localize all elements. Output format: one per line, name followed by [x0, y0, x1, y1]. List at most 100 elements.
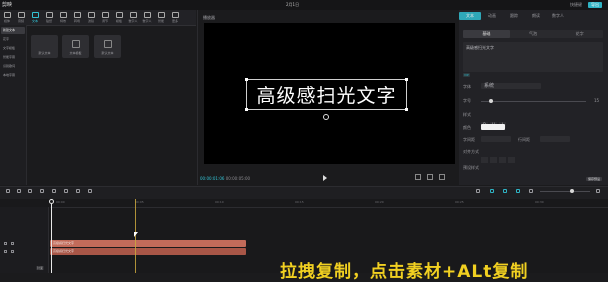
text-clip[interactable]: 高级感扫光文字 — [50, 240, 246, 247]
digital-human-icon — [129, 12, 137, 18]
fullscreen-icon[interactable] — [427, 174, 433, 180]
tab-filter[interactable]: 滤镜 — [84, 10, 98, 25]
zoom-in-icon[interactable] — [596, 189, 600, 193]
tab-label: 转场 — [73, 19, 80, 23]
zoom-slider[interactable] — [540, 189, 590, 193]
tab-text-props[interactable]: 文本 — [459, 12, 481, 20]
tab-label: 滤镜 — [87, 19, 94, 23]
category-new-text[interactable]: 新建文本 — [1, 27, 25, 34]
topbar-actions: 快捷键 导出 — [570, 2, 602, 8]
effects-icon — [59, 12, 67, 18]
split-right-icon[interactable] — [64, 189, 68, 193]
ratio-icon[interactable] — [439, 174, 445, 180]
tab-more[interactable]: 更多 — [168, 10, 182, 25]
tab-smart[interactable]: 智能 — [154, 10, 168, 25]
size-slider[interactable] — [481, 99, 586, 103]
align-center-icon[interactable] — [490, 157, 497, 163]
tutorial-subtitle: 拉拽复制，点击素材+ALt复制 — [280, 262, 529, 282]
rotate-handle-icon[interactable] — [323, 114, 329, 120]
tab-text[interactable]: 文本 — [28, 10, 42, 25]
line-spacing-input[interactable] — [540, 136, 570, 142]
resize-handle[interactable] — [405, 108, 408, 111]
playhead-handle[interactable] — [49, 199, 54, 204]
quality-icon[interactable] — [415, 174, 421, 180]
text-card-default[interactable]: 默认文本 — [31, 35, 58, 58]
category-local-captions[interactable]: 本地字幕 — [1, 72, 25, 79]
resize-handle[interactable] — [245, 108, 248, 111]
align-left-icon[interactable] — [481, 157, 488, 163]
redo-icon[interactable] — [28, 189, 32, 193]
align-right-icon[interactable] — [499, 157, 506, 163]
split-left-icon[interactable] — [52, 189, 56, 193]
text-card-folder[interactable]: 默认文本 — [94, 35, 121, 58]
shortcut-link[interactable]: 快捷键 — [570, 2, 582, 8]
freeze-icon[interactable] — [88, 189, 92, 193]
caption-selection-box[interactable] — [245, 78, 408, 111]
tab-adjust[interactable]: 调节 — [98, 10, 112, 25]
cover-button[interactable]: 封面 — [36, 266, 45, 270]
color-swatch[interactable] — [481, 124, 505, 130]
tab-tracking[interactable]: 跟踪 — [503, 12, 525, 20]
lock-icon[interactable] — [4, 250, 7, 253]
font-select[interactable]: 系统 — [481, 83, 541, 89]
zoom-slider-knob[interactable] — [570, 189, 574, 193]
tab-digital-human[interactable]: 数字人 — [126, 10, 140, 25]
size-value[interactable]: 15 — [594, 98, 599, 103]
resize-handle[interactable] — [245, 78, 248, 81]
size-label: 字号 — [463, 98, 471, 103]
ruler-label: 00:30 — [535, 200, 544, 204]
tab-read-aloud[interactable]: 朗读 — [525, 12, 547, 20]
save-preset-button[interactable]: 保存预设 — [586, 177, 603, 181]
size-slider-knob[interactable] — [489, 99, 493, 103]
text-clip[interactable]: 高级感扫光文字 — [50, 248, 246, 255]
tab-transition[interactable]: 转场 — [70, 10, 84, 25]
split-icon[interactable] — [40, 189, 44, 193]
playhead[interactable] — [51, 199, 52, 273]
subtab-fancy[interactable]: 花字 — [556, 30, 603, 38]
align-justify-icon[interactable] — [508, 157, 515, 163]
tab-media[interactable]: 媒体 — [0, 10, 14, 25]
play-icon[interactable] — [323, 175, 327, 181]
style-label: 样式 — [463, 112, 471, 117]
undo-icon[interactable] — [17, 189, 21, 193]
tab-template[interactable]: 模板 — [112, 10, 126, 25]
delete-icon[interactable] — [76, 189, 80, 193]
filter-icon — [87, 12, 95, 18]
lock-icon[interactable] — [4, 242, 7, 245]
magnet-icon[interactable] — [490, 189, 494, 193]
tab-digital-human-2[interactable]: 数字人 — [140, 10, 154, 25]
text-card-template[interactable]: 文本模板 — [62, 35, 89, 58]
tab-label: 数字人 — [128, 19, 138, 23]
mouse-cursor-icon — [134, 232, 138, 237]
subtab-basic[interactable]: 基础 — [463, 30, 510, 38]
category-text-template[interactable]: 文字模板 — [1, 45, 25, 52]
category-auto-captions[interactable]: 智能字幕 — [1, 54, 25, 61]
preview-axis-icon[interactable] — [516, 189, 520, 193]
card-label: 默认文本 — [38, 51, 51, 55]
spacing-input[interactable] — [481, 136, 511, 142]
mic-icon[interactable] — [476, 189, 480, 193]
select-tool-icon[interactable] — [6, 189, 10, 193]
zoom-out-icon[interactable] — [529, 189, 533, 193]
resize-handle[interactable] — [405, 78, 408, 81]
category-lyrics[interactable]: 识别歌词 — [1, 63, 25, 70]
sticker-icon — [45, 12, 53, 18]
subtab-bubble[interactable]: 气泡 — [510, 30, 557, 38]
text-category-list: 新建文本 花字 文字模板 智能字幕 识别歌词 本地字幕 — [0, 25, 27, 185]
clip-label: 高级感扫光文字 — [53, 249, 75, 253]
tab-animation[interactable]: 动画 — [481, 12, 503, 20]
player-timecode: 00:00:01:06 00:00:05:00 — [200, 176, 250, 181]
export-button[interactable]: 导出 — [588, 2, 602, 8]
category-fancy-text[interactable]: 花字 — [1, 36, 25, 43]
eye-icon[interactable] — [11, 242, 14, 245]
eye-icon[interactable] — [11, 250, 14, 253]
time-ruler[interactable] — [50, 199, 608, 208]
link-icon[interactable] — [503, 189, 507, 193]
tab-effects[interactable]: 特效 — [56, 10, 70, 25]
tab-digital-human-props[interactable]: 数字人 — [547, 12, 569, 20]
tab-sticker[interactable]: 贴纸 — [42, 10, 56, 25]
media-toolbar: 媒体 音频 文本 贴纸 特效 转场 滤镜 调节 模板 数字人 数字人 智能 更多 — [0, 10, 196, 26]
clip-label: 高级感扫光文字 — [53, 241, 75, 245]
tab-audio[interactable]: 音频 — [14, 10, 28, 25]
align-label: 对齐方式 — [463, 149, 479, 154]
